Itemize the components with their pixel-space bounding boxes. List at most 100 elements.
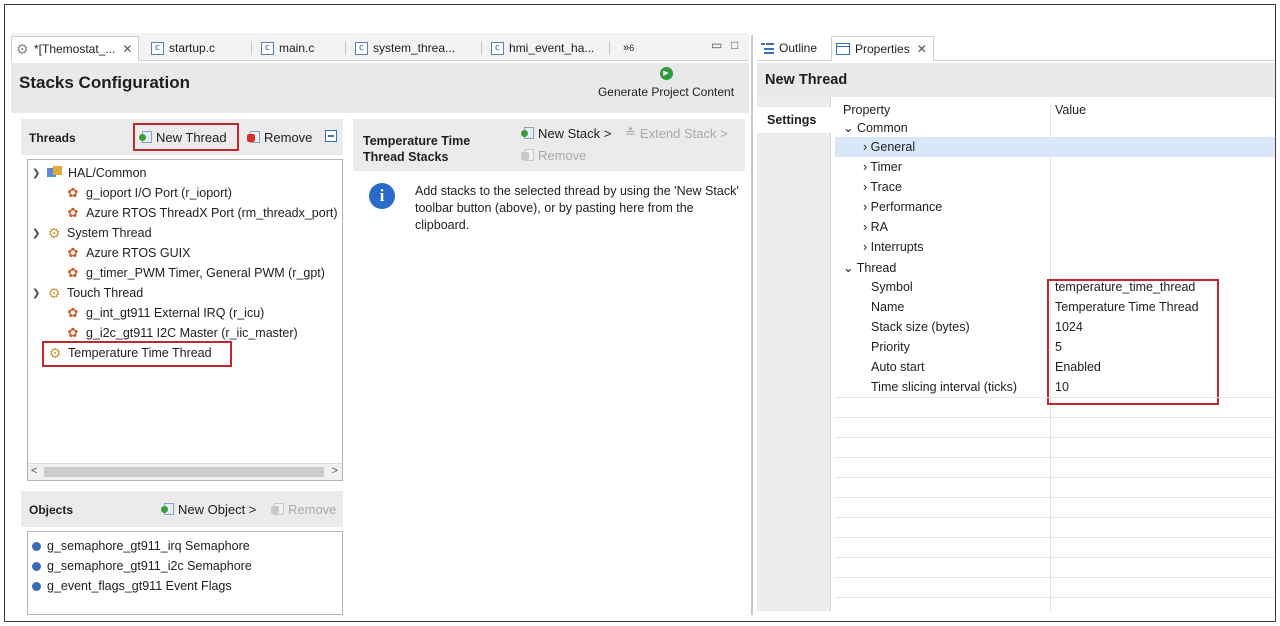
maximize-icon[interactable]: □ — [731, 38, 738, 52]
stacks-info-message: i Add stacks to the selected thread by u… — [369, 183, 739, 234]
table-row[interactable]: › Performance — [835, 197, 1275, 217]
tab-outline[interactable]: Outline — [761, 37, 817, 59]
tree-item-threadx-port[interactable]: ✿ Azure RTOS ThreadX Port (rm_threadx_po… — [66, 203, 338, 223]
remove-thread-button[interactable]: Remove — [247, 125, 312, 149]
run-icon: ▶ — [659, 67, 673, 80]
chevron-right-icon[interactable]: › — [863, 240, 871, 254]
horizontal-scrollbar[interactable]: < > — [28, 463, 342, 480]
objects-list: g_semaphore_gt911_irq Semaphore g_semaph… — [27, 531, 343, 615]
stacks-toolbar: Temperature Time Thread Stacks New Stack… — [353, 119, 745, 171]
tab-settings[interactable]: Settings — [757, 107, 831, 133]
tab-separator — [251, 41, 252, 55]
overflow-count: 6 — [629, 43, 635, 53]
object-label: g_event_flags_gt911 Event Flags — [47, 579, 232, 593]
tree-item-int-gt911[interactable]: ✿ g_int_gt911 External IRQ (r_icu) — [66, 303, 265, 323]
tab-overflow[interactable]: » 6 — [623, 37, 634, 59]
chevron-right-icon[interactable]: › — [863, 220, 871, 234]
page-title: Stacks Configuration — [19, 73, 190, 92]
tree-item-i2c-gt911[interactable]: ✿ g_i2c_gt911 I2C Master (r_iic_master) — [66, 323, 298, 343]
extend-stack-button[interactable]: ≛ Extend Stack > — [625, 121, 728, 145]
delete-icon — [271, 503, 284, 515]
table-row[interactable]: › Interrupts — [835, 237, 1275, 257]
tab-main-c[interactable]: c main.c — [261, 37, 314, 59]
scroll-right-icon[interactable]: > — [332, 465, 338, 477]
remove-stack-button[interactable]: Remove — [521, 143, 586, 167]
gear-icon: ⚙ — [47, 225, 61, 241]
list-item[interactable]: g_semaphore_gt911_i2c Semaphore — [32, 556, 252, 576]
remove-object-button[interactable]: Remove — [271, 497, 336, 521]
tab-label: *[Themostat_... — [34, 42, 116, 56]
table-row[interactable]: › Timer — [835, 157, 1275, 177]
tab-label: system_threa... — [373, 41, 456, 55]
module-icon: ✿ — [67, 245, 79, 260]
chevron-down-icon[interactable]: ❯ — [32, 168, 44, 179]
scroll-left-icon[interactable]: < — [31, 465, 37, 477]
list-item[interactable]: g_event_flags_gt911 Event Flags — [32, 576, 232, 596]
table-row[interactable]: › Trace — [835, 177, 1275, 197]
scrollbar-thumb[interactable] — [44, 467, 324, 477]
settings-sidebar: Settings — [757, 97, 831, 611]
chevron-right-icon[interactable]: › — [863, 200, 871, 214]
tree-item-hal-common[interactable]: ❯ HAL/Common — [32, 163, 147, 183]
module-icon: ✿ — [67, 205, 79, 220]
row-separator — [835, 537, 1275, 538]
tab-configuration[interactable]: ⚙ *[Themostat_... ✕ — [11, 36, 140, 61]
row-separator — [835, 517, 1275, 518]
tree-item-guix[interactable]: ✿ Azure RTOS GUIX — [66, 243, 191, 263]
property-name: Auto start — [871, 360, 925, 374]
module-icon: ✿ — [67, 325, 79, 340]
property-name: Common — [856, 121, 908, 135]
tab-label: hmi_event_ha... — [509, 41, 595, 55]
tree-item-label: System Thread — [67, 226, 152, 240]
list-item[interactable]: g_semaphore_gt911_irq Semaphore — [32, 536, 250, 556]
tab-label: Outline — [779, 41, 818, 55]
generate-label: Generate Project Content — [597, 85, 735, 99]
module-icon: ✿ — [67, 185, 79, 200]
table-row[interactable]: ⌄ Common — [835, 117, 1275, 137]
tree-item-ioport[interactable]: ✿ g_ioport I/O Port (r_ioport) — [66, 183, 232, 203]
row-separator — [835, 577, 1275, 578]
object-label: g_semaphore_gt911_irq Semaphore — [47, 539, 250, 553]
new-object-button[interactable]: New Object > — [161, 497, 256, 521]
close-icon[interactable]: ✕ — [917, 42, 927, 56]
c-file-icon: c — [355, 41, 368, 55]
property-name: Timer — [870, 160, 902, 174]
window-frame: ⚙ *[Themostat_... ✕ c startup.c c main.c… — [4, 4, 1276, 622]
chevron-down-icon[interactable]: ⌄ — [843, 121, 857, 135]
minimize-icon[interactable]: ▭ — [711, 38, 722, 52]
chevron-down-icon[interactable]: ❯ — [32, 228, 44, 239]
chevron-right-icon[interactable]: › — [863, 140, 871, 154]
objects-toolbar: Objects New Object > Remove — [21, 491, 343, 527]
chevron-down-icon[interactable]: ❯ — [32, 288, 44, 299]
row-separator — [835, 437, 1275, 438]
c-file-icon: c — [491, 41, 504, 55]
tab-startup-c[interactable]: c startup.c — [151, 37, 215, 59]
property-name: Name — [871, 300, 905, 314]
threads-title: Threads — [29, 131, 76, 145]
tab-properties[interactable]: Properties ✕ — [831, 36, 934, 61]
table-row[interactable]: ⌄ Thread — [835, 257, 1275, 277]
table-row[interactable]: › General — [835, 137, 1275, 157]
highlight-box — [1047, 279, 1219, 405]
add-icon — [161, 503, 174, 515]
extend-icon: ≛ — [625, 125, 636, 140]
pane-divider[interactable] — [751, 35, 753, 615]
table-row[interactable]: › RA — [835, 217, 1275, 237]
tree-item-label: Touch Thread — [67, 286, 144, 300]
chevron-down-icon[interactable]: ⌄ — [843, 261, 857, 275]
module-icon: ✿ — [67, 265, 79, 280]
editor-tab-bar: ⚙ *[Themostat_... ✕ c startup.c c main.c… — [11, 33, 749, 61]
row-separator — [835, 497, 1275, 498]
close-icon[interactable]: ✕ — [122, 42, 132, 56]
generate-project-content-button[interactable]: ▶ Generate Project Content — [591, 67, 741, 99]
tree-item-touch-thread[interactable]: ❯ ⚙ Touch Thread — [32, 283, 143, 303]
tree-item-system-thread[interactable]: ❯ ⚙ System Thread — [32, 223, 152, 243]
tree-item-timer-pwm[interactable]: ✿ g_timer_PWM Timer, General PWM (r_gpt) — [66, 263, 325, 283]
collapse-all-icon[interactable] — [325, 130, 337, 142]
tab-system-thread[interactable]: c system_threa... — [355, 37, 455, 59]
new-stack-button[interactable]: New Stack > — [521, 121, 611, 145]
info-text: Add stacks to the selected thread by usi… — [415, 184, 739, 232]
column-header-value: Value — [1055, 103, 1087, 117]
threads-panel: Threads New Thread Remove ❯ HAL/Common ✿… — [21, 119, 343, 481]
tab-hmi-event[interactable]: c hmi_event_ha... — [491, 37, 594, 59]
